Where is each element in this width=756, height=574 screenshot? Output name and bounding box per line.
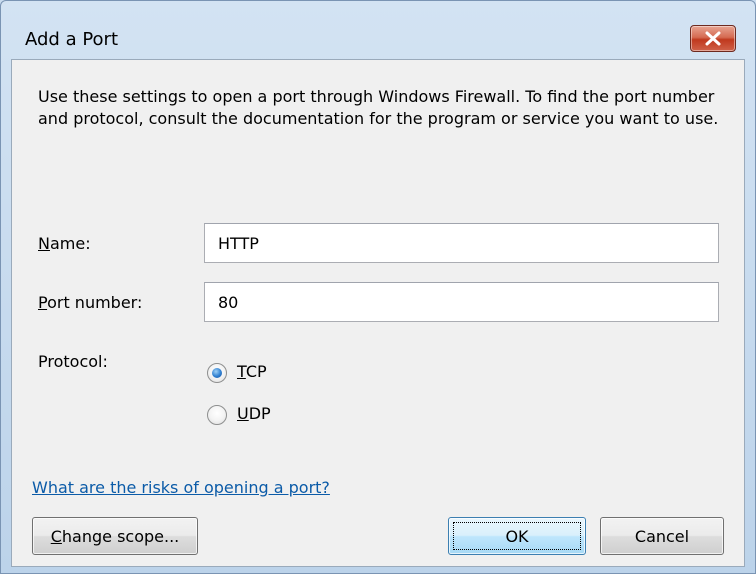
dialog-title: Add a Port [25, 29, 119, 50]
port-risks-link[interactable]: What are the risks of opening a port? [32, 478, 330, 497]
ok-label: OK [505, 526, 529, 546]
close-icon [705, 31, 721, 46]
dialog-body: Use these settings to open a port throug… [11, 59, 745, 567]
dialog-window: Add a Port Use these settings to open a … [0, 0, 756, 574]
cancel-label: Cancel [634, 526, 690, 546]
cancel-button[interactable]: Cancel [600, 517, 724, 555]
udp-radio-button[interactable] [207, 405, 227, 425]
instructions-text: Use these settings to open a port throug… [38, 87, 719, 128]
change-scope-label: Change scope... [50, 526, 180, 546]
port-number-input[interactable] [204, 282, 719, 322]
close-button[interactable] [690, 25, 736, 52]
tcp-radio-label[interactable]: TCP [237, 362, 267, 381]
title-bar[interactable]: Add a Port [1, 1, 755, 59]
udp-radio-label[interactable]: UDP [237, 404, 271, 423]
tcp-radio-button[interactable] [207, 363, 227, 383]
ok-button[interactable]: OK [448, 517, 586, 555]
protocol-label: Protocol: [38, 352, 108, 371]
name-input[interactable] [204, 223, 719, 263]
port-number-label: Port number: [38, 293, 143, 312]
change-scope-button[interactable]: Change scope... [32, 517, 198, 555]
name-label: Name: [38, 234, 91, 253]
